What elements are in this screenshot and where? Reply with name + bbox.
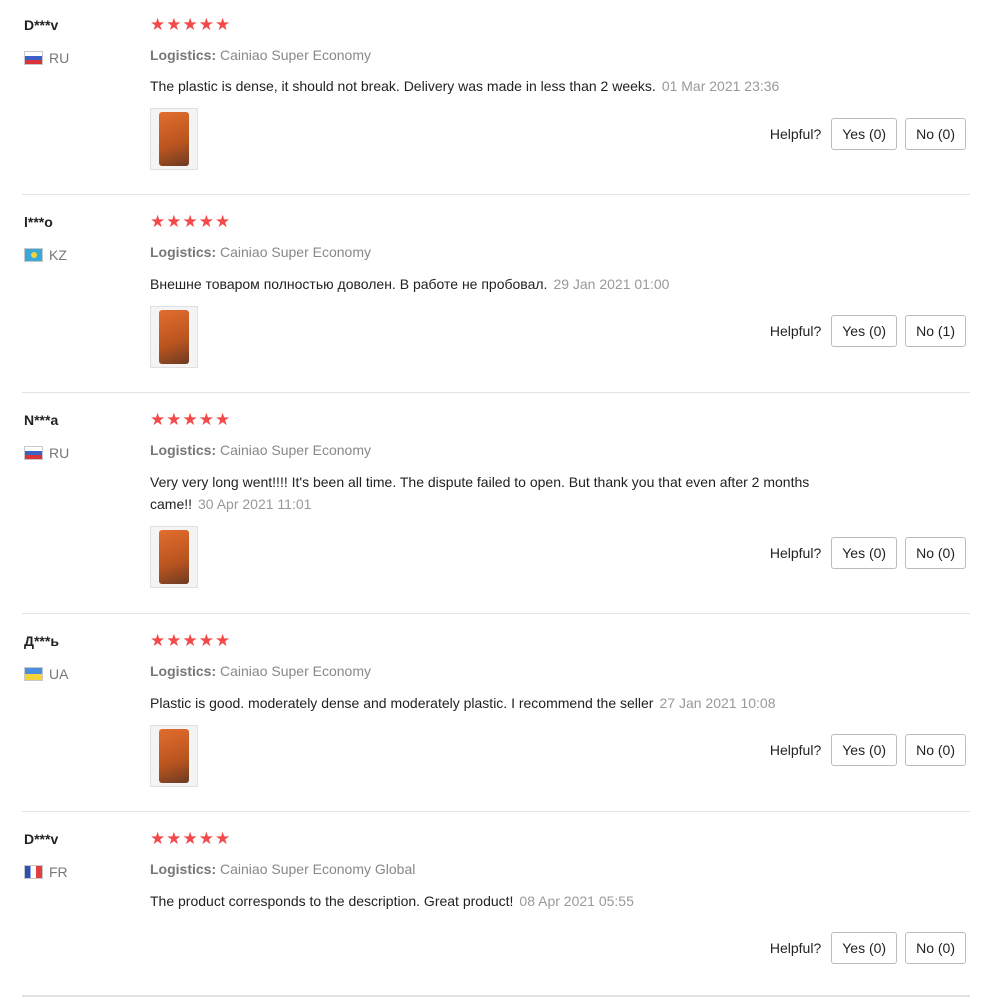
vote-no-button[interactable]: No (0) [905,118,966,150]
helpful-label: Helpful? [769,323,822,339]
reviewer-country: FR [24,864,68,880]
logistics-info: Logistics: Cainiao Super Economy [150,47,371,63]
helpful-vote-row: Helpful? Yes (0) No (1) [770,315,966,347]
reviewer-name: D***v [24,831,59,847]
review-date: 27 Jan 2021 10:08 [659,695,776,711]
review-body: The product corresponds to the descripti… [150,893,514,909]
review-date: 29 Jan 2021 01:00 [553,276,670,292]
review-body: Внешне товаром полностью доволен. В рабо… [150,276,548,292]
review-photo-thumbnail[interactable] [150,108,198,170]
product-photo [159,729,189,783]
review-date: 01 Mar 2021 23:36 [661,78,780,94]
logistics-info: Logistics: Cainiao Super Economy [150,663,371,679]
reviewer-name: D***v [24,17,59,33]
star-rating: ★★★★★ [150,212,232,231]
helpful-label: Helpful? [769,126,822,142]
helpful-vote-row: Helpful? Yes (0) No (0) [770,734,966,766]
flag-kz-icon [24,248,43,262]
review-text: Plastic is good. moderately dense and mo… [150,692,870,714]
reviewer-name: N***a [24,412,59,428]
logistics-value: Cainiao Super Economy [220,442,371,458]
review-photo-thumbnail[interactable] [150,725,198,787]
helpful-vote-row: Helpful? Yes (0) No (0) [770,118,966,150]
review-text: Very very long went!!!! It's been all ti… [150,471,870,515]
vote-yes-button[interactable]: Yes (0) [831,315,898,347]
vote-yes-button[interactable]: Yes (0) [831,932,898,964]
flag-ru-icon [24,51,43,65]
review-body: The plastic is dense, it should not brea… [150,78,656,94]
logistics-info: Logistics: Cainiao Super Economy [150,244,371,260]
product-photo [159,310,189,364]
logistics-value: Cainiao Super Economy [220,663,371,679]
helpful-label: Helpful? [769,940,822,956]
logistics-value: Cainiao Super Economy [220,47,371,63]
reviewer-name: l***o [24,214,53,230]
reviewer-country: RU [24,445,69,461]
logistics-value: Cainiao Super Economy [220,244,371,260]
review-divider [22,613,970,614]
helpful-label: Helpful? [769,742,822,758]
vote-yes-button[interactable]: Yes (0) [831,537,898,569]
reviewer-country: UA [24,666,68,682]
logistics-info: Logistics: Cainiao Super Economy Global [150,861,415,877]
helpful-vote-row: Helpful? Yes (0) No (0) [770,932,966,964]
logistics-label: Logistics: [150,244,217,260]
vote-yes-button[interactable]: Yes (0) [831,734,898,766]
star-rating: ★★★★★ [150,631,232,650]
review-text: The plastic is dense, it should not brea… [150,75,870,97]
vote-no-button[interactable]: No (0) [905,734,966,766]
country-code: UA [49,666,69,682]
logistics-label: Logistics: [150,861,217,877]
country-code: RU [49,445,70,461]
country-code: KZ [49,247,67,263]
flag-ua-icon [24,667,43,681]
vote-no-button[interactable]: No (1) [905,315,966,347]
helpful-vote-row: Helpful? Yes (0) No (0) [770,537,966,569]
vote-no-button[interactable]: No (0) [905,932,966,964]
reviewer-country: KZ [24,247,67,263]
vote-yes-button[interactable]: Yes (0) [831,118,898,150]
review-date: 30 Apr 2021 11:01 [198,496,312,512]
product-photo [159,530,189,584]
review-text: Внешне товаром полностью доволен. В рабо… [150,273,870,295]
review-photo-thumbnail[interactable] [150,526,198,588]
review-divider [22,194,970,195]
review-date: 08 Apr 2021 05:55 [519,893,634,909]
flag-fr-icon [24,865,43,879]
flag-ru-icon [24,446,43,460]
star-rating: ★★★★★ [150,829,232,848]
logistics-info: Logistics: Cainiao Super Economy [150,442,371,458]
logistics-label: Logistics: [150,663,217,679]
product-photo [159,112,189,166]
review-divider [22,811,970,812]
country-code: RU [49,50,70,66]
review-divider [22,392,970,393]
logistics-label: Logistics: [150,47,217,63]
review-body: Plastic is good. moderately dense and mo… [150,695,654,711]
review-list: D***v RU ★★★★★ Logistics: Cainiao Super … [0,0,1000,1000]
logistics-value: Cainiao Super Economy Global [220,861,416,877]
vote-no-button[interactable]: No (0) [905,537,966,569]
reviewer-country: RU [24,50,69,66]
helpful-label: Helpful? [769,545,822,561]
star-rating: ★★★★★ [150,15,232,34]
star-rating: ★★★★★ [150,410,232,429]
reviewer-name: Д***ь [24,633,59,649]
logistics-label: Logistics: [150,442,217,458]
review-text: The product corresponds to the descripti… [150,890,870,912]
review-photo-thumbnail[interactable] [150,306,198,368]
review-divider [22,995,970,997]
country-code: FR [49,864,68,880]
